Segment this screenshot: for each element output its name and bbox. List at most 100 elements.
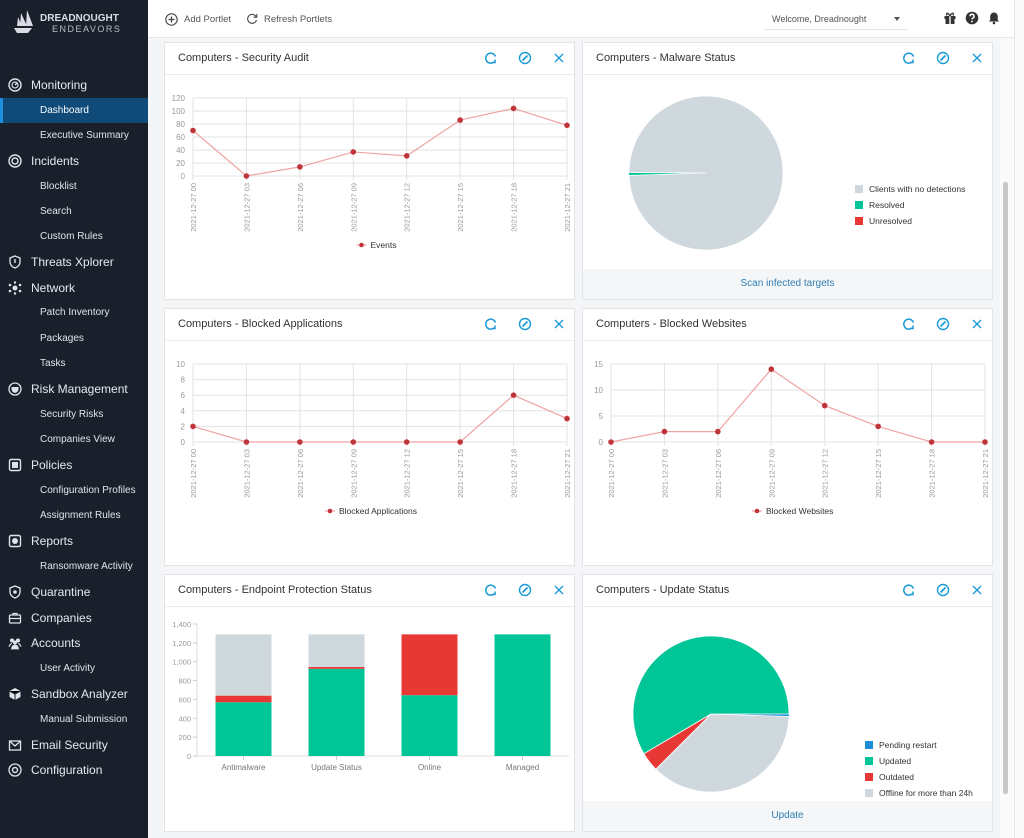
data-point[interactable] bbox=[350, 439, 357, 445]
sidebar-group-configuration[interactable]: Configuration bbox=[0, 757, 148, 783]
data-point[interactable] bbox=[510, 105, 517, 112]
reload-portlet-button[interactable] bbox=[484, 583, 498, 597]
sidebar-group-monitoring[interactable]: Monitoring bbox=[0, 72, 148, 98]
data-point[interactable] bbox=[510, 392, 517, 398]
edit-portlet-button[interactable] bbox=[936, 317, 950, 331]
edit-portlet-button[interactable] bbox=[936, 583, 950, 597]
sidebar-item-dashboard[interactable]: Dashboard bbox=[0, 97, 148, 123]
reload-portlet-button[interactable] bbox=[902, 51, 916, 65]
data-point[interactable] bbox=[243, 439, 250, 445]
scrollbar[interactable] bbox=[1000, 38, 1014, 838]
bar-segment[interactable] bbox=[215, 634, 272, 696]
data-point[interactable] bbox=[661, 428, 668, 435]
sidebar-item-user-activity[interactable]: User Activity bbox=[0, 656, 148, 681]
pie-slice[interactable] bbox=[628, 95, 784, 251]
sidebar-item-assignment-rules[interactable]: Assignment Rules bbox=[0, 503, 148, 528]
data-point[interactable] bbox=[928, 439, 935, 445]
sidebar-item-search[interactable]: Search bbox=[0, 199, 148, 224]
data-point[interactable] bbox=[564, 415, 570, 422]
sidebar-group-threats-xplorer[interactable]: Threats Xplorer bbox=[0, 249, 148, 275]
legend-item[interactable]: Resolved bbox=[855, 200, 905, 210]
data-point[interactable] bbox=[403, 439, 410, 445]
sidebar-group-network[interactable]: Network bbox=[0, 275, 148, 301]
legend-item[interactable]: Pending restart bbox=[865, 740, 937, 750]
sidebar-group-sandbox-analyzer[interactable]: Sandbox Analyzer bbox=[0, 681, 148, 707]
data-point[interactable] bbox=[190, 423, 196, 430]
scan-infected-targets-link[interactable]: Scan infected targets bbox=[583, 269, 992, 299]
edit-portlet-button[interactable] bbox=[518, 583, 532, 597]
data-point[interactable] bbox=[564, 122, 570, 129]
reload-portlet-button[interactable] bbox=[902, 583, 916, 597]
sidebar-item-blocklist[interactable]: Blocklist bbox=[0, 174, 148, 199]
portlet-header[interactable]: Computers - Security Audit bbox=[165, 43, 574, 75]
data-point[interactable] bbox=[297, 164, 303, 170]
bar-segment[interactable] bbox=[494, 634, 551, 756]
bar-segment[interactable] bbox=[215, 695, 272, 703]
bar-segment[interactable] bbox=[308, 634, 365, 667]
close-portlet-button[interactable] bbox=[970, 51, 984, 65]
data-point[interactable] bbox=[403, 153, 410, 159]
close-portlet-button[interactable] bbox=[552, 51, 566, 65]
data-point[interactable] bbox=[982, 439, 988, 445]
sidebar-item-executive-summary[interactable]: Executive Summary bbox=[0, 123, 148, 148]
sidebar-group-risk-management[interactable]: Risk Management bbox=[0, 376, 148, 402]
data-point[interactable] bbox=[350, 149, 357, 155]
sidebar-group-incidents[interactable]: Incidents bbox=[0, 148, 148, 174]
close-portlet-button[interactable] bbox=[970, 317, 984, 331]
portlet-header[interactable]: Computers - Update Status bbox=[583, 575, 992, 607]
bar-segment[interactable] bbox=[401, 695, 458, 756]
refresh-portlets-button[interactable]: Refresh Portlets bbox=[246, 10, 332, 28]
data-point[interactable] bbox=[457, 117, 463, 123]
sidebar-item-manual-submission[interactable]: Manual Submission bbox=[0, 707, 148, 732]
portlet-header[interactable]: Computers - Blocked Applications bbox=[165, 309, 574, 341]
sidebar-item-security-risks[interactable]: Security Risks bbox=[0, 402, 148, 427]
close-portlet-button[interactable] bbox=[970, 583, 984, 597]
edit-portlet-button[interactable] bbox=[518, 51, 532, 65]
bar-segment[interactable] bbox=[308, 668, 365, 756]
data-point[interactable] bbox=[243, 173, 250, 179]
add-portlet-button[interactable]: Add Portlet bbox=[165, 10, 231, 28]
sidebar-item-companies-view[interactable]: Companies View bbox=[0, 427, 148, 452]
close-portlet-button[interactable] bbox=[552, 317, 566, 331]
sidebar-item-custom-rules[interactable]: Custom Rules bbox=[0, 224, 148, 249]
reload-portlet-button[interactable] bbox=[484, 317, 498, 331]
close-portlet-button[interactable] bbox=[552, 583, 566, 597]
legend-item[interactable]: Blocked Applications bbox=[325, 506, 417, 516]
portlet-header[interactable]: Computers - Blocked Websites bbox=[583, 309, 992, 341]
bar-segment[interactable] bbox=[401, 634, 458, 696]
sidebar-item-patch-inventory[interactable]: Patch Inventory bbox=[0, 300, 148, 325]
legend-item[interactable]: Offline for more than 24h bbox=[865, 788, 973, 798]
data-point[interactable] bbox=[297, 439, 303, 445]
sidebar-group-policies[interactable]: Policies bbox=[0, 452, 148, 478]
reload-portlet-button[interactable] bbox=[484, 51, 498, 65]
portlet-header[interactable]: Computers - Malware Status bbox=[583, 43, 992, 75]
help-icon[interactable] bbox=[965, 11, 979, 25]
data-point[interactable] bbox=[875, 423, 881, 430]
legend-item[interactable]: Updated bbox=[865, 756, 911, 766]
reload-portlet-button[interactable] bbox=[902, 317, 916, 331]
sidebar-group-companies[interactable]: Companies bbox=[0, 605, 148, 631]
data-point[interactable] bbox=[457, 439, 463, 445]
data-point[interactable] bbox=[821, 402, 828, 409]
sidebar-group-quarantine[interactable]: Quarantine bbox=[0, 579, 148, 605]
legend-item[interactable]: Blocked Websites bbox=[752, 506, 833, 516]
sidebar-item-packages[interactable]: Packages bbox=[0, 326, 148, 351]
sidebar-item-tasks[interactable]: Tasks bbox=[0, 351, 148, 376]
legend-item[interactable]: Outdated bbox=[865, 772, 914, 782]
legend-item[interactable]: Clients with no detections bbox=[855, 184, 965, 194]
sidebar-group-reports[interactable]: Reports bbox=[0, 529, 148, 555]
bell-icon[interactable] bbox=[987, 11, 1001, 25]
gift-icon[interactable] bbox=[943, 11, 957, 25]
sidebar-group-email-security[interactable]: Email Security bbox=[0, 732, 148, 758]
bar-segment[interactable] bbox=[308, 666, 365, 669]
data-point[interactable] bbox=[190, 127, 196, 134]
data-point[interactable] bbox=[768, 366, 775, 372]
sidebar-item-configuration-profiles[interactable]: Configuration Profiles bbox=[0, 478, 148, 503]
edit-portlet-button[interactable] bbox=[936, 51, 950, 65]
legend-item[interactable]: Unresolved bbox=[855, 216, 912, 226]
update-link[interactable]: Update bbox=[583, 801, 992, 831]
portlet-header[interactable]: Computers - Endpoint Protection Status bbox=[165, 575, 574, 607]
scrollbar-thumb[interactable] bbox=[1003, 182, 1008, 794]
legend-item[interactable]: Events bbox=[356, 240, 397, 250]
user-menu-dropdown[interactable]: Welcome, Dreadnought bbox=[764, 9, 908, 30]
